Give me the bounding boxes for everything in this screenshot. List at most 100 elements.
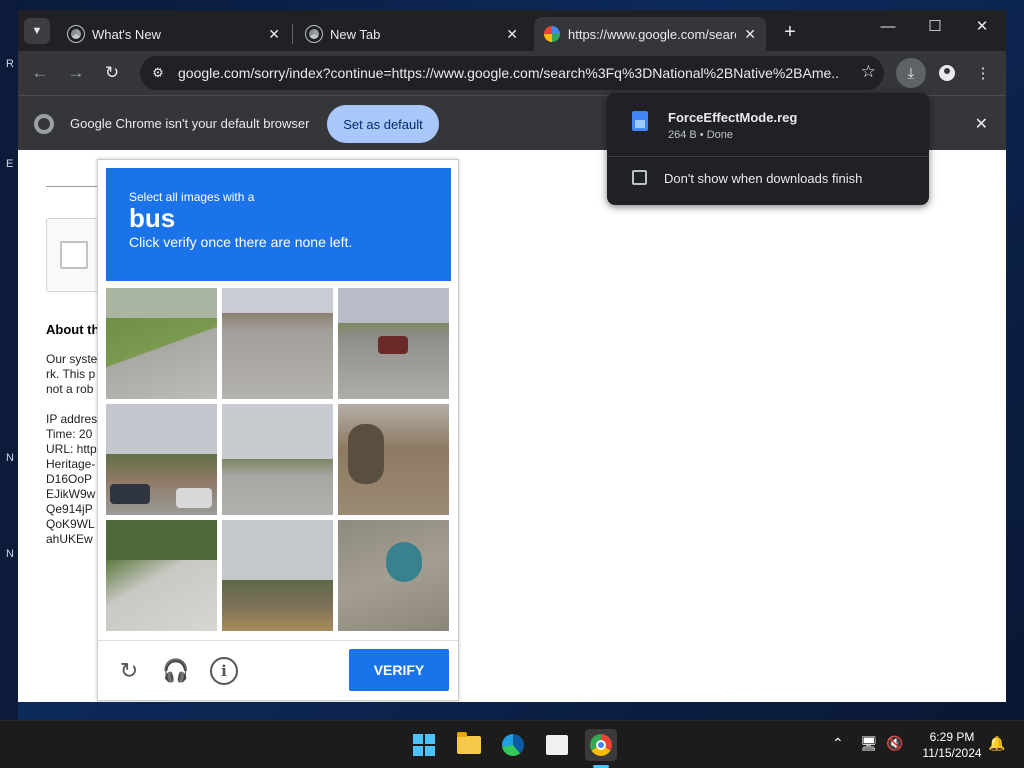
desktop-icon-label: E [6,158,14,170]
download-status: 264 B • Done [668,129,734,141]
page-text-line: QoK9WL [46,517,95,531]
tab-label: https://www.google.com/search [568,26,736,42]
challenge-target: bus [129,203,176,233]
network-icon[interactable]: 🖥 [860,735,878,752]
verify-button[interactable]: VERIFY [349,649,449,691]
image-tile[interactable] [106,404,217,515]
divider [607,156,929,157]
chrome-favicon-icon [305,25,323,43]
challenge-instruction: Select all images with a [129,190,255,204]
dont-show-checkbox[interactable] [632,170,647,185]
maximize-button[interactable]: ☐ [912,10,958,42]
page-text-line: IP addres [46,412,98,426]
bookmark-star-icon[interactable]: ☆ [861,62,876,82]
desktop-edge: R E N N [0,0,18,720]
image-tile[interactable] [106,288,217,399]
close-window-button[interactable]: ✕ [959,10,1005,42]
minimize-button[interactable]: — [865,10,911,42]
windows-logo-icon [413,734,435,756]
page-text-line: D16OoP [46,472,93,486]
edge-button[interactable] [497,729,529,761]
chevron-up-icon[interactable]: ⌃ [832,735,844,752]
dont-show-label[interactable]: Don't show when downloads finish [664,171,862,186]
page-text-line: rk. This p [46,367,96,381]
desktop-icon-label: N [6,548,14,560]
profile-icon [939,65,955,81]
taskbar: ⌃ 🖥 🔇 6:29 PM 11/15/2024 🔔 [0,720,1024,768]
store-button[interactable] [541,729,573,761]
google-favicon-icon [544,26,560,42]
notification-bell-icon[interactable]: 🔔 [988,735,1005,752]
forward-button[interactable]: → [62,59,90,87]
tab-whats-new[interactable]: What's New ✕ [58,17,290,51]
infobar-close-icon[interactable]: ✕ [975,114,988,134]
reload-button[interactable]: ↻ [98,59,126,87]
image-tile[interactable] [222,520,333,631]
site-info-button[interactable]: ⚙ [146,61,170,85]
clock[interactable]: 6:29 PM 11/15/2024 [912,729,992,761]
more-vert-icon: ⋮ [975,65,991,82]
clock-date: 11/15/2024 [922,746,982,760]
tab-close-icon[interactable]: ✕ [506,26,518,43]
image-tile[interactable] [338,404,449,515]
browser-toolbar: ← → ↻ ⚙ google.com/sorry/index?continue=… [18,51,1006,95]
download-file-name[interactable]: ForceEffectMode.reg [668,110,797,125]
folder-icon [457,732,481,754]
image-tile[interactable] [222,404,333,515]
tab-google-search[interactable]: https://www.google.com/search ✕ [534,17,766,51]
store-icon [546,735,568,755]
downloads-button[interactable]: ⤓ [896,58,926,88]
about-heading: About th [46,322,98,337]
tab-close-icon[interactable]: ✕ [744,26,756,43]
reload-icon[interactable]: ↻ [115,657,143,685]
downloads-bubble: ForceEffectMode.reg 264 B • Done Don't s… [607,93,929,205]
chrome-icon [590,734,612,756]
download-icon: ⤓ [907,64,915,82]
page-text-line: URL: http [46,442,97,456]
page-text-line: Qe914jP [46,502,93,516]
url-text[interactable]: google.com/sorry/index?continue=https://… [178,65,838,81]
challenge-header: Select all images with a bus Click verif… [106,168,451,281]
arrow-right-icon: → [67,63,85,82]
menu-button[interactable]: ⋮ [968,58,998,88]
image-tile[interactable] [338,520,449,631]
tab-label: New Tab [330,26,381,42]
set-as-default-button[interactable]: Set as default [327,105,439,143]
new-tab-button[interactable]: + [776,18,804,46]
chrome-logo-icon [34,114,54,134]
challenge-footer: ↻ 🎧 i VERIFY [98,640,458,700]
registry-file-icon [632,111,648,131]
infobar-message: Google Chrome isn't your default browser [70,116,310,131]
tab-new-tab[interactable]: New Tab ✕ [296,17,528,51]
info-icon[interactable]: i [210,657,238,685]
image-tile[interactable] [338,288,449,399]
start-button[interactable] [408,729,440,761]
desktop-icon-label: N [6,452,14,464]
challenge-subtext: Click verify once there are none left. [129,234,353,250]
tab-close-icon[interactable]: ✕ [268,26,280,43]
image-tile[interactable] [106,520,217,631]
profile-button[interactable] [932,58,962,88]
tab-divider [292,24,293,44]
desktop-icon-label: R [6,58,14,70]
file-explorer-button[interactable] [453,729,485,761]
tune-icon: ⚙ [152,65,164,80]
chevron-down-icon: ▼ [31,25,43,37]
recaptcha-checkbox[interactable] [60,241,88,269]
reload-icon: ↻ [104,63,120,82]
tab-strip: ▼ What's New ✕ New Tab ✕ https://www.goo… [18,10,1006,51]
recaptcha-challenge: Select all images with a bus Click verif… [97,159,459,701]
back-button[interactable]: ← [26,59,54,87]
page-text-line: EJikW9w [46,487,96,501]
tab-search-button[interactable]: ▼ [24,18,50,44]
clock-time: 6:29 PM [929,730,975,744]
image-tile[interactable] [222,288,333,399]
chrome-favicon-icon [67,25,85,43]
tab-label: What's New [92,26,161,42]
arrow-left-icon: ← [31,63,49,82]
address-bar[interactable]: ⚙ google.com/sorry/index?continue=https:… [140,56,884,90]
chrome-taskbar-button[interactable] [585,729,617,761]
headphones-icon[interactable]: 🎧 [162,657,190,685]
edge-icon [502,734,524,756]
volume-muted-icon[interactable]: 🔇 [886,735,903,752]
